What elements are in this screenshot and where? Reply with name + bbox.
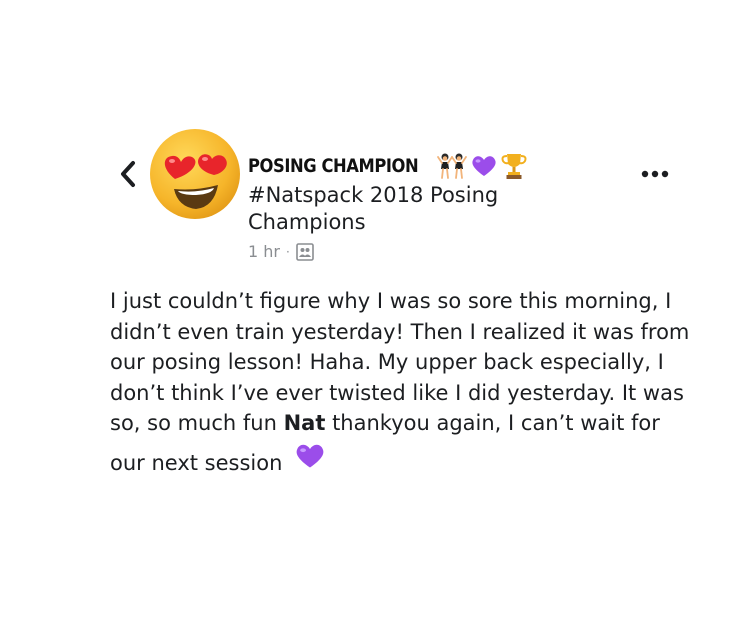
dancers-icon [437, 153, 467, 179]
post-body: I just couldn’t figure why I was so sore… [110, 286, 690, 478]
trophy-icon [501, 154, 527, 179]
author-emojis [436, 152, 528, 180]
post-line: our next session [110, 442, 690, 479]
post-text: thankyou again, I can’t wait for [325, 411, 660, 435]
post-line: I just couldn’t figure why I was so sore… [110, 289, 672, 313]
purple-heart-icon [296, 444, 324, 468]
post-line: didn’t even train yesterday! Then I real… [110, 319, 690, 344]
author-line: POSING CHAMPION [248, 150, 588, 182]
avatar[interactable] [148, 127, 242, 221]
post-line: don’t think I’ve ever twisted like I did… [110, 380, 684, 405]
post-text: our next session [110, 450, 283, 475]
group-audience-icon [296, 242, 314, 261]
post-meta: 1 hr · [248, 242, 588, 261]
meta-separator: · [285, 244, 290, 259]
purple-heart-icon [472, 156, 496, 176]
post-line: so, so much fun Nat thankyou again, I ca… [110, 408, 690, 439]
author-name[interactable]: POSING CHAMPION [248, 155, 419, 177]
timestamp[interactable]: 1 hr [248, 242, 280, 261]
heart-eyes-emoji-icon [150, 129, 240, 219]
post-text: so, so much fun [110, 411, 284, 435]
more-options-button[interactable] [638, 162, 672, 186]
back-button[interactable] [114, 154, 144, 194]
post-line: our posing lesson! Haha. My upper back e… [110, 350, 664, 374]
mention-link[interactable]: Nat [284, 411, 326, 435]
chevron-left-icon [121, 161, 135, 187]
group-name[interactable]: #Natspack 2018 Posing Champions [248, 182, 538, 236]
more-options-icon [641, 170, 669, 178]
post-header: POSING CHAMPION #Natspack 2018 Posing Ch… [248, 150, 588, 261]
